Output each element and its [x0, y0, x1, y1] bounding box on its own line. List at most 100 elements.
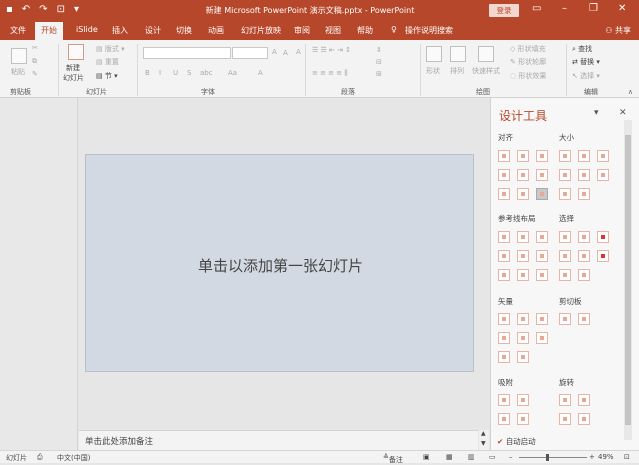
tab-file[interactable]: 文件 — [10, 25, 26, 36]
zoom-out-icon[interactable]: – — [509, 453, 513, 461]
quick-styles-icon[interactable] — [478, 46, 494, 62]
zoom-slider[interactable] — [519, 457, 587, 458]
notes-scrollbar[interactable]: ▲ ▼ — [479, 430, 489, 450]
vector-edit-icon[interactable] — [517, 351, 529, 363]
tab-view[interactable]: 视图 — [325, 25, 341, 36]
select-same-size-icon[interactable] — [559, 250, 571, 262]
new-slide-icon[interactable] — [68, 44, 84, 60]
grow-font-icon[interactable]: A — [272, 48, 277, 56]
same-size-icon[interactable] — [597, 150, 609, 162]
zoom-slider-thumb[interactable] — [546, 454, 549, 461]
flip-vertical-icon[interactable] — [578, 413, 590, 425]
fill-width-icon[interactable] — [578, 169, 590, 181]
bold-button[interactable]: B — [145, 69, 150, 77]
align-center-icon[interactable] — [517, 169, 529, 181]
guide-bottom-icon[interactable] — [536, 250, 548, 262]
shapes-label[interactable]: 形状 — [426, 66, 440, 76]
slide-thumbnails-pane[interactable] — [0, 98, 78, 450]
guide-center-icon[interactable] — [517, 231, 529, 243]
guide-left-icon[interactable] — [498, 231, 510, 243]
font-color-button[interactable]: A — [258, 69, 263, 77]
tab-home[interactable]: 开始 — [35, 22, 63, 40]
select-same-fill-icon[interactable] — [559, 231, 571, 243]
shrink-font-icon[interactable]: A — [283, 49, 288, 57]
guide-grid-icon[interactable] — [536, 269, 548, 281]
arrange-icon[interactable] — [450, 46, 466, 62]
align-top-icon[interactable] — [498, 150, 510, 162]
close-icon[interactable]: ✕ — [618, 3, 626, 14]
font-size-combo[interactable] — [232, 47, 268, 59]
select-inverse-icon[interactable] — [559, 269, 571, 281]
vector-combine-icon[interactable] — [517, 313, 529, 325]
ribbon-display-icon[interactable]: ▭ — [532, 3, 541, 14]
select-same-line-icon[interactable] — [578, 231, 590, 243]
slide-sorter-icon[interactable]: ▦ — [446, 453, 453, 461]
copy-format-icon[interactable] — [559, 313, 571, 325]
restore-icon[interactable]: ❐ — [589, 3, 598, 14]
reading-view-icon[interactable]: ▥ — [468, 453, 475, 461]
normal-view-icon[interactable]: ▣ — [423, 453, 430, 461]
swap-size-icon[interactable] — [559, 169, 571, 181]
bullets-icon[interactable]: ☰ ☰ ⇤ ⇥ ↕ — [312, 46, 351, 54]
select-pointer-icon[interactable] — [597, 250, 609, 262]
align-middle-icon[interactable] — [517, 150, 529, 162]
collapse-ribbon-icon[interactable]: ∧ — [628, 88, 633, 96]
shapes-icon[interactable] — [426, 46, 442, 62]
add-first-slide-text[interactable]: 单击以添加第一张幻灯片 — [86, 255, 475, 276]
smartart-icon[interactable]: ⊞ — [376, 70, 382, 78]
underline-button[interactable]: U — [173, 69, 178, 77]
format-painter-icon[interactable]: ✎ — [32, 70, 38, 78]
guide-middle-icon[interactable] — [517, 250, 529, 262]
notes-placeholder[interactable]: 单击此处添加备注 — [85, 435, 153, 447]
vector-split-icon[interactable] — [536, 332, 548, 344]
notes-toggle[interactable]: ≙ 备注 — [383, 453, 403, 464]
guide-distribute-h-icon[interactable] — [498, 269, 510, 281]
guide-right-icon[interactable] — [536, 231, 548, 243]
save-icon[interactable]: ▪ — [6, 4, 13, 15]
start-from-beginning-icon[interactable]: ⊡ — [57, 4, 65, 15]
pane-scrollbar-thumb[interactable] — [625, 135, 631, 425]
auto-start-checkbox[interactable]: ✔ 自动启动 — [497, 436, 536, 447]
align-text-icon[interactable]: ⊟ — [376, 58, 382, 66]
clear-format-icon[interactable]: A — [296, 48, 301, 56]
zoom-in-icon[interactable]: + — [589, 453, 595, 461]
strikethrough-button[interactable]: S — [187, 69, 191, 77]
vector-union-icon[interactable] — [498, 313, 510, 325]
spellcheck-icon[interactable]: ⎙ — [37, 453, 43, 462]
zoom-level[interactable]: 49% — [598, 453, 614, 461]
select-button[interactable]: ↖ 选择 ▾ — [572, 71, 600, 81]
shape-effects-button[interactable]: ◌ 形状效果 — [510, 71, 546, 81]
login-button[interactable]: 登录 — [489, 4, 519, 17]
fill-height-icon[interactable] — [559, 188, 571, 200]
tab-transitions[interactable]: 切换 — [176, 25, 192, 36]
share-button[interactable]: ⚇ 共享 — [605, 25, 631, 36]
paste-label[interactable]: 粘贴 — [11, 67, 25, 77]
quick-styles-label[interactable]: 快速样式 — [472, 66, 500, 76]
align-left-icon[interactable] — [498, 169, 510, 181]
section-button[interactable]: ▤ 节 ▾ — [96, 71, 118, 81]
tell-me-search[interactable]: 操作说明搜索 — [405, 25, 453, 36]
distribute-vertical-icon[interactable] — [517, 188, 529, 200]
swap-position-icon[interactable] — [597, 169, 609, 181]
rotate-right-icon[interactable] — [578, 394, 590, 406]
paste-format-icon[interactable] — [578, 313, 590, 325]
pane-close-icon[interactable]: ✕ — [619, 108, 627, 118]
language-indicator[interactable]: 中文(中国) — [57, 453, 90, 463]
flip-horizontal-icon[interactable] — [559, 413, 571, 425]
fit-to-window-icon[interactable]: ⊡ — [624, 453, 630, 461]
replace-button[interactable]: ⇄ 替换 ▾ — [572, 57, 600, 67]
tab-review[interactable]: 审阅 — [294, 25, 310, 36]
scroll-down-icon[interactable]: ▼ — [481, 440, 486, 447]
vector-intersect-icon[interactable] — [498, 332, 510, 344]
slideshow-view-icon[interactable]: ▭ — [489, 453, 496, 461]
pane-options-icon[interactable]: ▾ — [594, 108, 599, 118]
scroll-up-icon[interactable]: ▲ — [481, 430, 486, 437]
change-case-button[interactable]: Aa — [228, 69, 237, 77]
align-bottom-icon[interactable] — [536, 150, 548, 162]
text-direction-icon[interactable]: ⇕ — [376, 46, 382, 54]
distribute-grid-icon[interactable] — [536, 188, 548, 200]
select-group-icon[interactable] — [578, 269, 590, 281]
select-tool-icon[interactable] — [597, 231, 609, 243]
char-spacing-button[interactable]: abc — [200, 69, 213, 77]
align-right-icon[interactable] — [536, 169, 548, 181]
